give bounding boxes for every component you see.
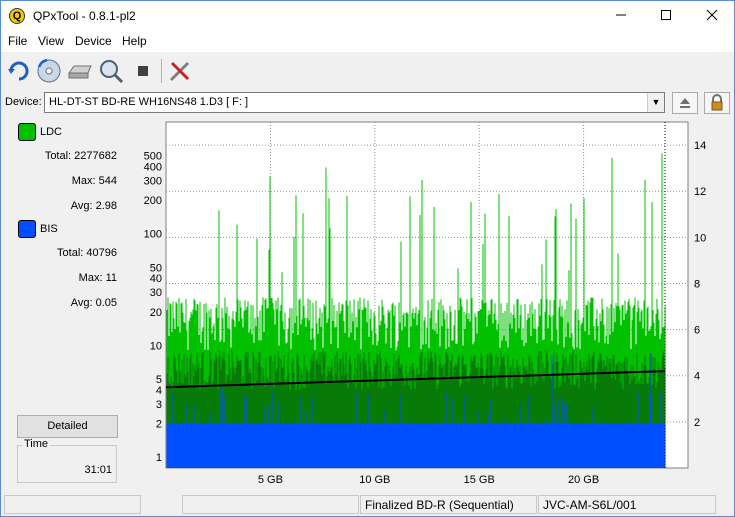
y-left-tick-label: 400 <box>144 161 162 173</box>
menu-help[interactable]: Help <box>122 34 147 48</box>
drive-icon <box>68 65 92 79</box>
y-right-tick-label: 6 <box>694 325 700 337</box>
minimize-button[interactable] <box>598 1 644 31</box>
bis-avg: Avg: 0.05 <box>70 297 117 309</box>
y-left-tick-label: 5 <box>156 374 162 386</box>
eject-button[interactable] <box>672 92 698 114</box>
y-left-tick-label: 30 <box>150 287 162 299</box>
ldc-bis-chart: 1234510203040501002003004005002468101214… <box>144 121 706 486</box>
status-bar: Finalized BD-R (Sequential) JVC-AM-S6L/0… <box>1 493 734 516</box>
device-row: Device: HL-DT-ST BD-RE WH16NS48 1.D3 [ F… <box>1 90 734 116</box>
x-tick-label: 5 GB <box>258 474 283 486</box>
bis-max: Max: 11 <box>78 272 117 284</box>
tools-icon <box>169 61 190 82</box>
time-value: 31:01 <box>84 464 112 476</box>
device-select-value: HL-DT-ST BD-RE WH16NS48 1.D3 [ F: ] <box>49 96 249 108</box>
y-left-tick-label: 100 <box>144 229 162 241</box>
y-left-tick-label: 2 <box>156 419 162 431</box>
disc-button[interactable] <box>35 57 63 85</box>
y-left-tick-label: 4 <box>156 385 162 397</box>
time-label: Time <box>22 438 51 450</box>
menu-view[interactable]: View <box>38 34 64 48</box>
toolbar-separator <box>161 59 162 83</box>
y-left-tick-label: 50 <box>150 262 162 274</box>
ldc-max: Max: 544 <box>71 175 117 187</box>
drive-button[interactable] <box>66 57 94 85</box>
close-button[interactable] <box>689 1 735 31</box>
y-left-tick-label: 1 <box>156 452 162 464</box>
stats-panel: LDC Total: 2277682 Max: 544 Avg: 2.98 BI… <box>9 119 123 489</box>
title-bar: Q QPxTool - 0.8.1-pl2 <box>1 1 734 31</box>
y-right-tick-label: 10 <box>694 232 706 244</box>
y-left-tick-label: 500 <box>144 151 162 163</box>
tools-button[interactable] <box>166 57 194 85</box>
minimize-icon <box>616 14 626 16</box>
window-title: QPxTool - 0.8.1-pl2 <box>33 9 136 23</box>
device-select[interactable]: HL-DT-ST BD-RE WH16NS48 1.D3 [ F: ] ▼ <box>44 92 665 113</box>
ldc-color-swatch <box>18 123 36 141</box>
y-left-tick-label: 300 <box>144 175 162 187</box>
y-right-tick-label: 12 <box>694 186 706 198</box>
toolbar <box>1 53 734 89</box>
menu-bar: File View Device Help <box>1 31 734 52</box>
y-left-tick-label: 3 <box>156 399 162 411</box>
y-left-tick-label: 40 <box>150 273 162 285</box>
stop-button[interactable] <box>129 57 157 85</box>
stop-icon <box>138 66 148 76</box>
ldc-total: Total: 2277682 <box>44 150 117 162</box>
eject-icon <box>680 98 690 108</box>
disc-icon <box>37 58 61 83</box>
status-media-id: JVC-AM-S6L/001 <box>538 495 716 514</box>
zoom-icon <box>100 60 124 84</box>
x-tick-label: 15 GB <box>464 474 495 486</box>
y-left-tick-label: 10 <box>150 340 162 352</box>
menu-device[interactable]: Device <box>75 34 112 48</box>
bis-total: Total: 40796 <box>57 247 117 259</box>
x-tick-label: 10 GB <box>359 474 390 486</box>
maximize-button[interactable] <box>643 1 689 31</box>
refresh-icon <box>8 61 29 81</box>
bis-legend-label: BIS <box>40 223 58 235</box>
maximize-icon <box>661 10 671 20</box>
menu-file[interactable]: File <box>8 34 27 48</box>
y-right-tick-label: 2 <box>694 417 700 429</box>
status-cell-1 <box>4 495 141 514</box>
y-right-tick-label: 14 <box>694 140 706 152</box>
detailed-button[interactable]: Detailed <box>17 415 118 438</box>
scan-button[interactable] <box>97 57 125 85</box>
bis-color-swatch <box>18 220 36 238</box>
x-tick-label: 20 GB <box>568 474 599 486</box>
y-left-tick-label: 20 <box>150 307 162 319</box>
refresh-button[interactable] <box>5 57 33 85</box>
lock-icon <box>711 94 723 111</box>
lock-button[interactable] <box>704 92 730 114</box>
chevron-down-icon[interactable]: ▼ <box>647 93 664 112</box>
y-right-tick-label: 4 <box>694 371 700 383</box>
time-group: Time 31:01 <box>17 438 117 483</box>
ldc-legend-label: LDC <box>40 126 63 138</box>
close-icon <box>706 9 718 21</box>
chart-area: 1 2 3 4 5 10 20 30 40 50 100 200 300 400 500 2 4 6 8 10 12 14… <box>123 119 733 489</box>
app-logo-icon: Q <box>9 8 25 24</box>
y-left-tick-label: 200 <box>144 195 162 207</box>
status-cell-2 <box>182 495 359 514</box>
ldc-avg: Avg: 2.98 <box>70 200 117 212</box>
app-window: Q QPxTool - 0.8.1-pl2 File View Device H… <box>0 0 735 517</box>
y-right-tick-label: 8 <box>694 278 700 290</box>
status-disc-type: Finalized BD-R (Sequential) <box>360 495 537 514</box>
device-label: Device: <box>5 96 42 108</box>
